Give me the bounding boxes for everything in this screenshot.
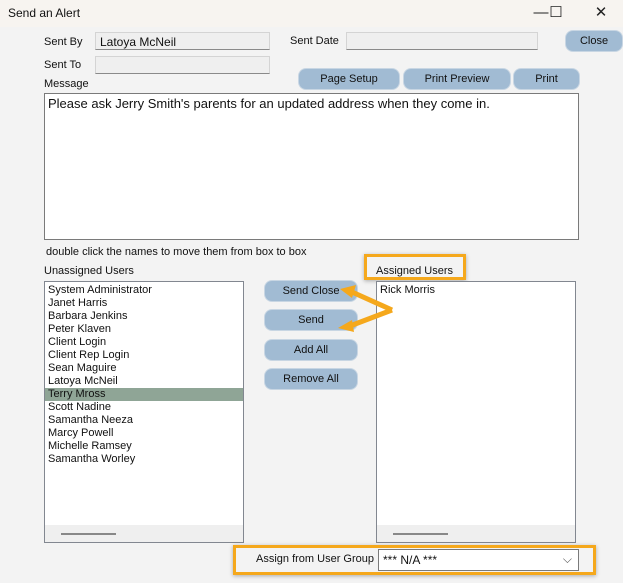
list-item[interactable]: Samantha Neeza (45, 414, 243, 427)
list-item[interactable]: Marcy Powell (45, 427, 243, 440)
page-setup-button[interactable]: Page Setup (299, 69, 399, 89)
sent-date-field[interactable] (346, 32, 538, 50)
user-group-dropdown[interactable]: *** N/A *** ⌵ (378, 549, 579, 571)
chevron-down-icon: ⌵ (562, 552, 572, 566)
sent-to-field[interactable] (95, 56, 270, 74)
sent-by-label: Sent By (44, 36, 83, 48)
horizontal-scrollbar[interactable] (45, 525, 243, 542)
sent-date-label: Sent Date (290, 35, 339, 47)
user-group-label: Assign from User Group (256, 553, 374, 565)
list-item[interactable]: Client Rep Login (45, 349, 243, 362)
list-item[interactable]: Janet Harris (45, 297, 243, 310)
list-item[interactable]: Sean Maguire (45, 362, 243, 375)
unassigned-users-list[interactable]: System Administrator Janet Harris Barbara … (44, 281, 244, 543)
message-label: Message (44, 78, 89, 90)
annotation-arrows-icon (338, 285, 394, 332)
maximize-icon[interactable]: ☐ (538, 2, 574, 24)
list-item[interactable]: Terry Mross (45, 388, 243, 401)
horizontal-scrollbar[interactable] (377, 525, 575, 542)
assigned-users-label: Assigned Users (376, 265, 454, 277)
add-all-button[interactable]: Add All (265, 340, 357, 360)
assigned-users-list[interactable]: Rick Morris (376, 281, 576, 543)
hint-text: double click the names to move them from… (46, 246, 307, 258)
window-title: Send an Alert (8, 6, 81, 20)
list-item[interactable]: Barbara Jenkins (45, 310, 243, 323)
list-item[interactable]: Latoya McNeil (45, 375, 243, 388)
list-item[interactable]: Scott Nadine (45, 401, 243, 414)
list-item[interactable]: Rick Morris (377, 284, 575, 297)
scrollbar-thumb[interactable] (61, 533, 116, 535)
remove-all-button[interactable]: Remove All (265, 369, 357, 389)
list-item[interactable]: Michelle Ramsey (45, 440, 243, 453)
close-window-icon[interactable]: ✕ (583, 2, 619, 24)
close-button[interactable]: Close (566, 31, 622, 51)
list-item[interactable]: Samantha Worley (45, 453, 243, 466)
list-item[interactable]: System Administrator (45, 284, 243, 297)
sent-by-field[interactable]: Latoya McNeil (95, 32, 270, 50)
scrollbar-thumb[interactable] (393, 533, 448, 535)
list-item[interactable]: Peter Klaven (45, 323, 243, 336)
user-group-value: *** N/A *** (383, 553, 438, 567)
unassigned-users-label: Unassigned Users (44, 265, 134, 277)
print-preview-button[interactable]: Print Preview (404, 69, 510, 89)
list-item[interactable]: Client Login (45, 336, 243, 349)
print-button[interactable]: Print (514, 69, 579, 89)
sent-to-label: Sent To (44, 59, 82, 71)
message-textarea[interactable]: Please ask Jerry Smith's parents for an … (44, 93, 579, 240)
